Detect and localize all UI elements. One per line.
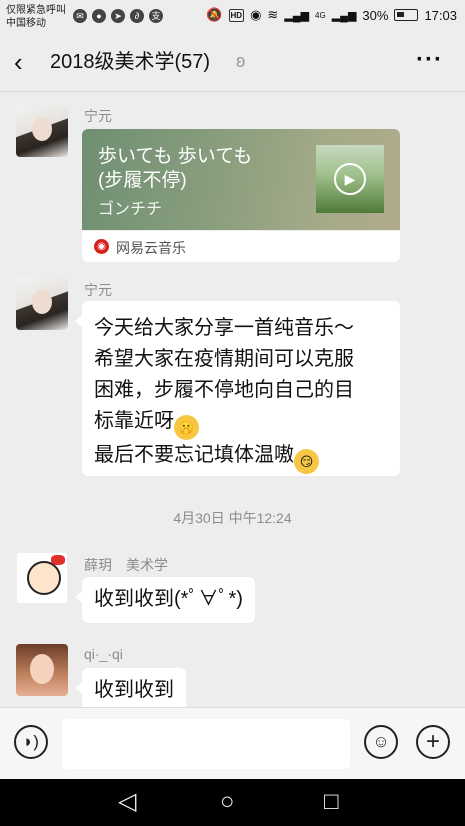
message-line: 希望大家在疫情期间可以克服 (94, 348, 354, 370)
sender-name: 薛玥 美术学 (84, 557, 168, 573)
nav-home-icon[interactable]: ○ (220, 788, 235, 816)
status-bar: 仅限紧急呼叫 中国移动 ✉ ● ➤ ∂ 支 🔕 HD ◉ ≋ ▂▄▆ 4G ▂▄… (0, 0, 465, 32)
chat-header: ‹ 2018级美术学(57) ʚ ··· (0, 32, 465, 92)
card-source: ◉ 网易云音乐 (82, 230, 400, 262)
timestamp: 4月30日 中午12:24 (173, 510, 292, 526)
nav-recents-icon[interactable]: □ (324, 788, 339, 816)
avatar[interactable] (16, 105, 68, 157)
system-status: 🔕 HD ◉ ≋ ▂▄▆ 4G ▂▄▆ 30% 17:03 (206, 7, 457, 23)
play-icon[interactable]: ▶ (334, 163, 366, 195)
source-label: 网易云音乐 (116, 240, 186, 256)
avatar[interactable] (16, 278, 68, 330)
chat-title: 2018级美术学(57) (50, 51, 211, 73)
carrier-label: 中国移动 (6, 18, 46, 29)
system-nav-bar: ◁ ○ □ (0, 779, 465, 826)
song-artist: ゴンチチ (98, 201, 163, 218)
carrier-info: 仅限紧急呼叫 中国移动 (6, 4, 66, 30)
qq-icon: ● (92, 9, 106, 23)
song-title: 歩いても 歩いても (步履不停) (98, 145, 252, 193)
network-label: 4G (315, 10, 326, 20)
battery-icon (394, 9, 419, 21)
alipay-icon: 支 (149, 9, 163, 23)
emergency-calls-label: 仅限紧急呼叫 (6, 5, 66, 16)
signal-icon: ▂▄▆ (284, 9, 310, 22)
avatar[interactable] (16, 644, 68, 696)
sender-name: 宁元 (84, 282, 112, 298)
message-text: 收到收到 (94, 679, 174, 701)
signal2-icon: ▂▄▆ (331, 9, 357, 22)
hd-icon: HD (228, 8, 245, 22)
smirk-emoji-icon: 😏 (294, 449, 319, 474)
message-bubble[interactable]: 收到收到(*ﾟ∀ﾟ*) (75, 577, 255, 623)
message-input[interactable] (62, 719, 350, 769)
emoji-icon[interactable]: ☺ (364, 725, 398, 759)
input-bar: ◗) ☺ + (0, 707, 465, 779)
more-icon[interactable]: ··· (416, 46, 443, 74)
voice-icon[interactable]: ◗) (14, 725, 48, 759)
song-title-line1: 歩いても 歩いても (98, 146, 253, 167)
back-icon[interactable]: ‹ (14, 49, 23, 75)
music-card[interactable]: 歩いても 歩いても (步履不停) ゴンチチ ▶ ◉ 网易云音乐 (82, 129, 400, 262)
battery-percent: 30% (362, 7, 389, 23)
shush-emoji-icon: 🤫 (174, 415, 199, 440)
baidu-icon: ∂ (130, 9, 144, 23)
eye-icon: ◉ (250, 7, 262, 22)
plus-icon[interactable]: + (416, 725, 450, 759)
sender-name: qi·_·qi (84, 646, 123, 662)
message-line: 困难，步履不停地向自己的目 (94, 379, 354, 401)
song-title-line2: (步履不停) (98, 170, 187, 191)
message-text: 收到收到(*ﾟ∀ﾟ*) (94, 588, 243, 610)
wechat-icon: ✉ (73, 9, 87, 23)
message-list[interactable]: 宁元 歩いても 歩いても (步履不停) ゴンチチ ▶ ◉ 网易云音乐 宁元 今天… (0, 93, 465, 707)
nav-back-icon[interactable]: ◁ (118, 788, 136, 816)
ear-icon: ʚ (236, 51, 246, 71)
clock: 17:03 (424, 7, 457, 23)
mute-icon: 🔕 (206, 7, 223, 22)
feishu-icon: ➤ (111, 9, 125, 23)
message-bubble[interactable]: 收到收到 (75, 668, 186, 707)
album-cover: ▶ (316, 145, 384, 213)
message-bubble[interactable]: 今天给大家分享一首纯音乐～ 希望大家在疫情期间可以克服 困难，步履不停地向自己的… (75, 301, 400, 476)
message-line: 标靠近呀 (94, 410, 174, 432)
message-line: 今天给大家分享一首纯音乐～ (94, 317, 354, 339)
netease-music-icon: ◉ (94, 239, 109, 254)
wifi-icon: ≋ (267, 7, 279, 22)
message-line: 最后不要忘记填体温嗷 (94, 444, 294, 466)
notification-icons: ✉ ● ➤ ∂ 支 (73, 9, 163, 23)
sender-name: 宁元 (84, 108, 112, 124)
avatar[interactable] (16, 552, 68, 604)
